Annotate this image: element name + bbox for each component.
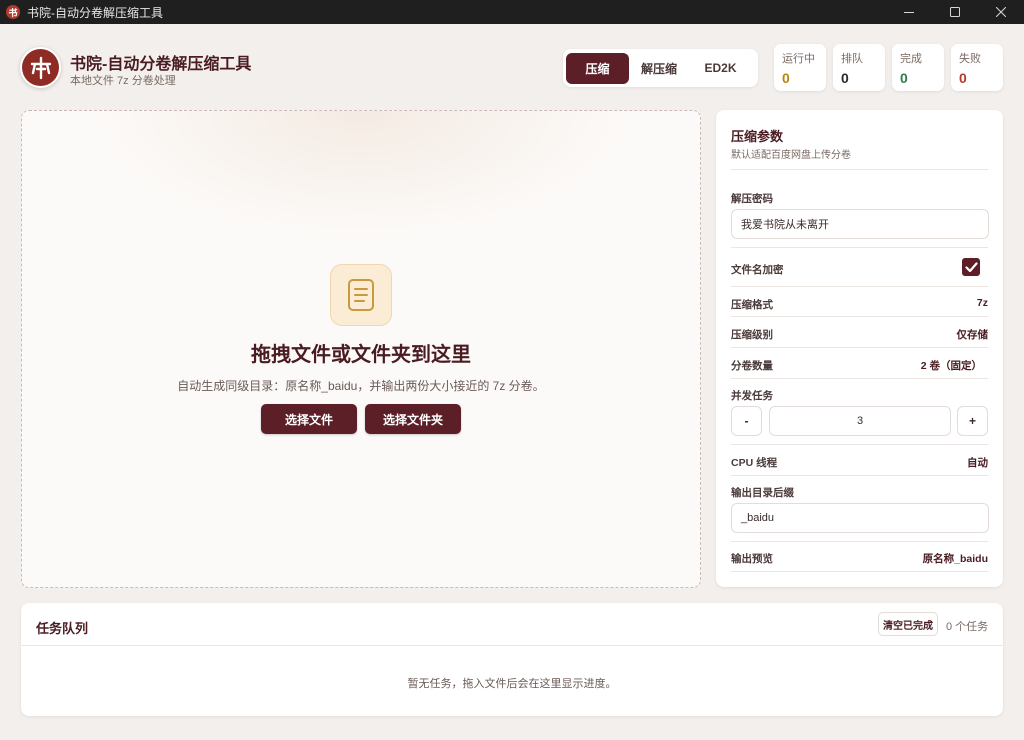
concurrency-input[interactable]: 3 (769, 406, 951, 436)
shuyuan-logo-icon (30, 56, 51, 79)
divider (731, 475, 988, 476)
encrypt-names-checkbox[interactable] (962, 258, 980, 276)
minimize-button[interactable] (886, 0, 932, 24)
divider (731, 169, 988, 170)
stat-label: 失败 (959, 53, 981, 65)
tab-compress[interactable]: 压缩 (566, 52, 629, 84)
concurrency-label: 并发任务 (731, 390, 773, 402)
app-title: 书院-自动分卷解压缩工具 (70, 56, 252, 73)
suffix-label: 输出目录后缀 (731, 487, 794, 499)
preview-value: 原名称_baidu (922, 553, 988, 565)
level-value[interactable]: 仅存储 (957, 327, 989, 342)
stat-done: 完成 0 (892, 44, 944, 91)
queue-title: 任务队列 (36, 621, 89, 636)
logo-emblem (22, 49, 59, 86)
select-folder-button[interactable]: 选择文件夹 (365, 404, 461, 434)
divider (731, 541, 988, 542)
password-label: 解压密码 (731, 193, 773, 205)
app-icon: 书 (6, 5, 20, 19)
stat-value: 0 (900, 70, 908, 86)
drop-hint: 自动生成同级目录：原名称_baidu，并输出两份大小接近的 7z 分卷。 (177, 379, 545, 393)
checkmark-icon (964, 261, 978, 272)
cpu-value[interactable]: 自动 (967, 455, 988, 470)
task-queue: 任务队列 清空已完成 0 个任务 暂无任务，拖入文件后会在这里显示进度。 (21, 603, 1003, 716)
settings-title: 压缩参数 (731, 129, 784, 144)
close-icon (996, 7, 1006, 17)
stat-failed: 失败 0 (951, 44, 1003, 91)
maximize-icon (950, 7, 960, 17)
stat-running: 运行中 0 (774, 44, 826, 91)
divider (731, 444, 988, 445)
app-subtitle: 本地文件 7z 分卷处理 (70, 75, 176, 87)
encrypt-names-label: 文件名加密 (731, 264, 784, 276)
suffix-input[interactable]: _baidu (731, 503, 989, 533)
drop-zone[interactable]: 拖拽文件或文件夹到这里 自动生成同级目录：原名称_baidu，并输出两份大小接近… (21, 110, 701, 588)
tab-decompress[interactable]: 解压缩 (629, 53, 689, 84)
window-controls (886, 0, 1024, 24)
preview-label: 输出预览 (731, 553, 773, 565)
settings-subtitle: 默认适配百度网盘上传分卷 (731, 150, 851, 161)
volumes-value: 2 卷（固定） (920, 360, 982, 372)
minimize-icon (904, 12, 914, 13)
stat-queued: 排队 0 (833, 44, 885, 91)
password-input[interactable]: 我爱书院从未离开 (731, 209, 989, 239)
divider (731, 378, 988, 379)
cpu-label: CPU 线程 (731, 457, 778, 469)
close-button[interactable] (978, 0, 1024, 24)
divider (731, 347, 988, 348)
window-titlebar: 书 书院-自动分卷解压缩工具 (0, 0, 1024, 24)
divider (731, 286, 988, 287)
volumes-label: 分卷数量 (731, 360, 773, 372)
mode-switcher: 压缩 解压缩 ED2K (563, 49, 758, 87)
queue-count: 0 个任务 (946, 621, 989, 633)
stat-label: 完成 (900, 53, 922, 65)
stat-value: 0 (841, 70, 849, 86)
drop-title: 拖拽文件或文件夹到这里 (251, 344, 471, 366)
window-title: 书院-自动分卷解压缩工具 (27, 5, 163, 20)
select-file-button[interactable]: 选择文件 (261, 404, 357, 434)
stat-value: 0 (782, 70, 790, 86)
divider (21, 645, 1003, 646)
stat-value: 0 (959, 70, 967, 86)
stat-label: 排队 (841, 53, 863, 65)
divider (731, 247, 988, 248)
level-label: 压缩级别 (731, 329, 773, 341)
document-icon (330, 264, 392, 326)
divider (731, 571, 988, 572)
format-label: 压缩格式 (731, 299, 773, 311)
concurrency-increment-button[interactable]: + (957, 406, 988, 436)
format-value[interactable]: 7z (977, 297, 988, 309)
tab-ed2k[interactable]: ED2K (689, 53, 752, 84)
stat-label: 运行中 (782, 53, 815, 65)
settings-panel: 压缩参数 默认适配百度网盘上传分卷 解压密码 我爱书院从未离开 文件名加密 压缩… (716, 110, 1003, 587)
queue-empty-message: 暂无任务，拖入文件后会在这里显示进度。 (407, 678, 617, 690)
divider (731, 316, 988, 317)
concurrency-decrement-button[interactable]: - (731, 406, 762, 436)
app-logo (20, 47, 61, 88)
maximize-button[interactable] (932, 0, 978, 24)
clear-completed-button[interactable]: 清空已完成 (878, 612, 938, 636)
